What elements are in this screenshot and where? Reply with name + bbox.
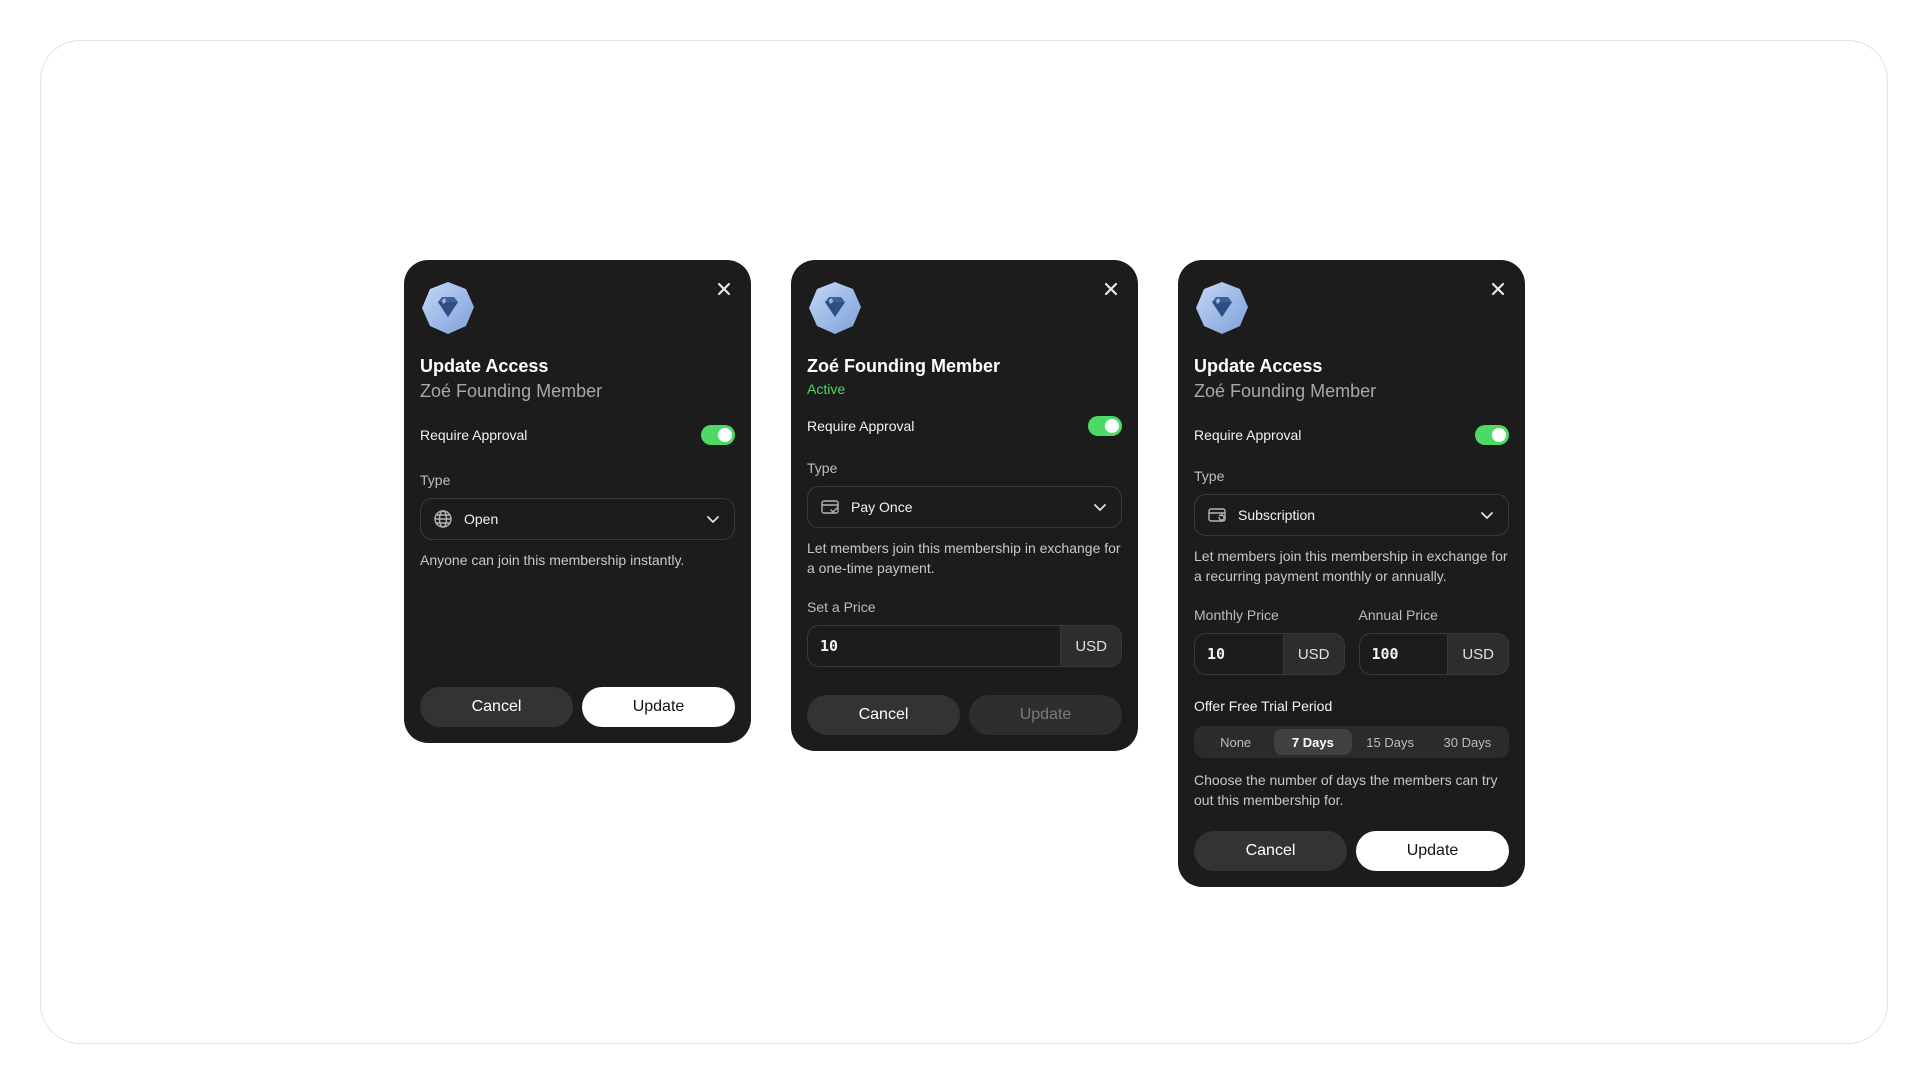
require-approval-row: Require Approval [807,414,1122,438]
trial-period-label: Offer Free Trial Period [1194,698,1333,714]
type-select-value: Open [464,511,499,527]
modal-title: Update Access [1194,356,1323,376]
type-description: Anyone can join this membership instantl… [420,552,685,568]
require-approval-row: Require Approval [420,423,735,447]
close-icon [1104,282,1118,296]
type-label: Type [420,472,451,488]
globe-icon [433,509,453,529]
annual-price-group: Annual Price 100 USD [1358,586,1509,675]
monthly-price-value: 10 [1207,645,1226,663]
currency-label: USD [1282,634,1344,674]
type-select-value: Subscription [1238,507,1316,523]
update-access-modal-open: Update Access Zoé Founding Member Requir… [404,260,751,743]
require-approval-toggle[interactable] [1088,416,1122,436]
chevron-down-icon [1478,506,1496,524]
require-approval-label: Require Approval [420,427,528,443]
modal-title: Update Access [420,356,549,376]
close-button[interactable] [1487,278,1509,300]
modal-title: Zoé Founding Member [807,356,1000,376]
update-button[interactable]: Update [1356,831,1509,871]
type-select-value: Pay Once [851,499,913,515]
diamond-badge-icon [809,282,861,334]
modal-actions: Cancel Update [420,687,735,727]
close-button[interactable] [713,278,735,300]
close-icon [1491,282,1505,296]
toggle-knob [1105,419,1119,433]
annual-price-value: 100 [1371,645,1399,663]
cancel-button[interactable]: Cancel [807,695,960,735]
type-select[interactable]: Pay Once [807,486,1122,528]
type-select[interactable]: Subscription [1194,494,1509,536]
type-select[interactable]: Open [420,498,735,540]
type-label: Type [807,460,838,476]
require-approval-row: Require Approval [1194,423,1509,447]
monthly-price-label: Monthly Price [1194,607,1279,623]
trial-option-30-days[interactable]: 30 Days [1429,729,1506,755]
update-button[interactable]: Update [969,695,1122,735]
require-approval-toggle[interactable] [1475,425,1509,445]
close-icon [717,282,731,296]
status-label: Active [807,381,846,397]
price-columns: Monthly Price 10 USD Annual Price 100 US… [1194,586,1509,675]
subscription-modal: Update Access Zoé Founding Member Requir… [1178,260,1525,887]
modal-actions: Cancel Update [807,695,1122,735]
currency-label: USD [1060,626,1121,666]
require-approval-label: Require Approval [807,418,915,434]
trial-option-none[interactable]: None [1197,729,1274,755]
toggle-knob [1492,428,1506,442]
price-input[interactable]: 10 USD [807,625,1122,667]
trial-option-7-days[interactable]: 7 Days [1274,729,1352,755]
currency-label: USD [1447,634,1508,674]
trial-period-selector: None 7 Days 15 Days 30 Days [1194,726,1509,758]
update-button[interactable]: Update [582,687,735,727]
diamond-badge-icon [422,282,474,334]
trial-option-15-days[interactable]: 15 Days [1352,729,1429,755]
modal-subtitle: Zoé Founding Member [420,381,603,401]
type-description: Let members join this membership in exch… [1194,548,1508,584]
annual-price-input[interactable]: 100 USD [1358,633,1509,675]
close-button[interactable] [1100,278,1122,300]
toggle-knob [718,428,732,442]
cancel-button[interactable]: Cancel [1194,831,1347,871]
require-approval-label: Require Approval [1194,427,1302,443]
chevron-down-icon [704,510,722,528]
cancel-button[interactable]: Cancel [420,687,573,727]
monthly-price-input[interactable]: 10 USD [1194,633,1345,675]
type-description: Let members join this membership in exch… [807,540,1121,576]
modal-actions: Cancel Update [1194,831,1509,871]
modal-subtitle: Zoé Founding Member [1194,381,1377,401]
card-check-icon [820,497,840,517]
trial-description: Choose the number of days the members ca… [1194,772,1498,808]
monthly-price-group: Monthly Price 10 USD [1194,586,1345,675]
type-label: Type [1194,468,1225,484]
price-value: 10 [820,637,839,655]
annual-price-label: Annual Price [1358,607,1438,623]
pay-once-modal: Zoé Founding Member Active Require Appro… [791,260,1138,751]
chevron-down-icon [1091,498,1109,516]
require-approval-toggle[interactable] [701,425,735,445]
diamond-badge-icon [1196,282,1248,334]
card-refresh-icon [1207,505,1227,525]
price-label: Set a Price [807,599,876,615]
